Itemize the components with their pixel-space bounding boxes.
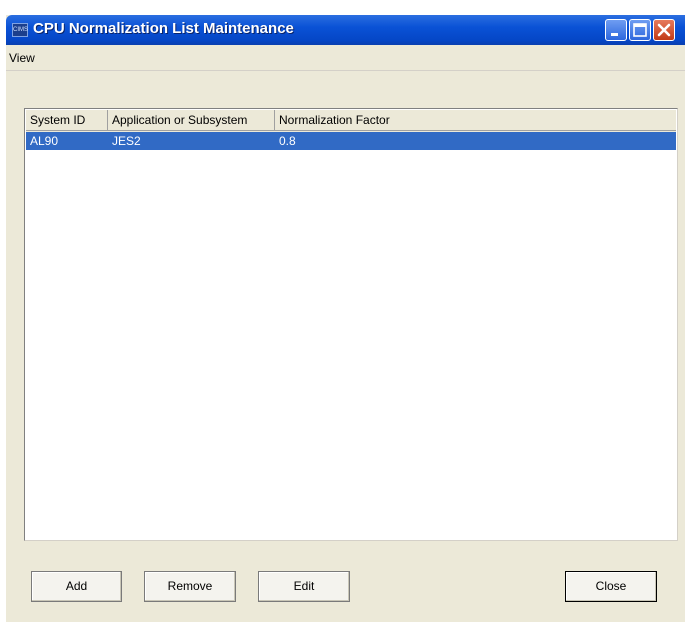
close-icon bbox=[657, 23, 671, 37]
cell-system-id: AL90 bbox=[30, 134, 59, 148]
remove-button[interactable]: Remove bbox=[144, 571, 236, 602]
close-window-button[interactable] bbox=[653, 19, 675, 41]
cell-normalization-factor: 0.8 bbox=[279, 134, 296, 148]
edit-button[interactable]: Edit bbox=[258, 571, 350, 602]
app-logo-icon: CIMS bbox=[12, 23, 28, 37]
normalization-list[interactable]: System ID Application or Subsystem Norma… bbox=[24, 108, 678, 541]
menu-item-view[interactable]: View bbox=[9, 51, 35, 65]
minimize-icon bbox=[611, 33, 618, 36]
minimize-button[interactable] bbox=[605, 19, 627, 41]
maximize-button[interactable] bbox=[629, 19, 651, 41]
menu-bar: View bbox=[6, 47, 685, 67]
close-button[interactable]: Close bbox=[565, 571, 657, 602]
title-bar[interactable]: CIMS CPU Normalization List Maintenance bbox=[6, 15, 685, 45]
menu-divider bbox=[6, 70, 685, 71]
cell-application: JES2 bbox=[112, 134, 141, 148]
table-header: System ID Application or Subsystem Norma… bbox=[26, 110, 676, 132]
window-title: CPU Normalization List Maintenance bbox=[33, 20, 294, 37]
add-button[interactable]: Add bbox=[31, 571, 122, 602]
column-header-system-id[interactable]: System ID bbox=[26, 110, 108, 131]
column-header-application[interactable]: Application or Subsystem bbox=[108, 110, 275, 131]
maximize-icon bbox=[633, 23, 647, 37]
app-window: CIMS CPU Normalization List Maintenance … bbox=[6, 15, 685, 622]
column-header-normalization-factor[interactable]: Normalization Factor bbox=[275, 110, 676, 131]
table-row[interactable]: AL90 JES2 0.8 bbox=[26, 132, 676, 150]
